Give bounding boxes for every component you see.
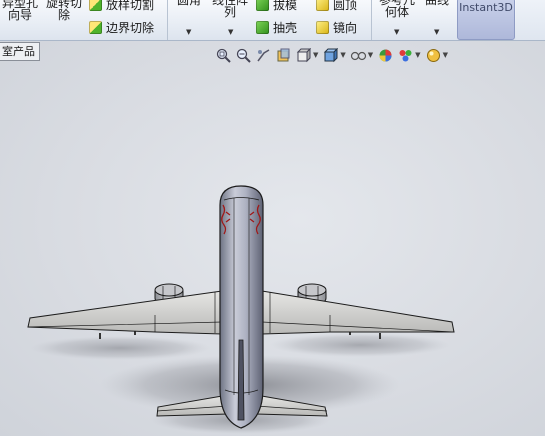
right-wing	[261, 290, 455, 335]
dome-icon	[316, 0, 329, 11]
ribbon-separator	[167, 0, 168, 40]
mirror-icon	[316, 21, 329, 34]
lofted-cut-button[interactable]: 放样切割	[89, 0, 154, 11]
boundary-cut-icon	[89, 21, 102, 34]
mirror-label: 镜向	[333, 20, 358, 35]
fillet-button[interactable]: 圆角	[172, 0, 206, 6]
draft-icon	[256, 0, 269, 11]
fillet-dropdown-arrow[interactable]: ▼	[186, 28, 191, 36]
draft-label: 拔模	[273, 0, 298, 12]
linear-pattern-dropdown-arrow[interactable]: ▼	[228, 28, 233, 36]
boundary-cut-label: 边界切除	[106, 20, 155, 35]
instant3d-button[interactable]: Instant3D	[457, 0, 515, 40]
draft-button[interactable]: 拔模	[256, 0, 297, 11]
linear-pattern-label: 线性阵 列	[211, 0, 248, 19]
revolved-cut-button[interactable]: 旋转切 除	[44, 0, 84, 21]
airplane-model[interactable]	[0, 41, 545, 436]
instant3d-label: Instant3D	[459, 1, 513, 14]
reference-geometry-dropdown-arrow[interactable]: ▼	[394, 28, 399, 36]
reference-geometry-label: 参考几 何体	[378, 0, 415, 19]
hole-wizard-button[interactable]: 异型孔 向导	[0, 0, 40, 21]
shell-icon	[256, 21, 269, 34]
curves-button[interactable]: 曲线	[422, 0, 452, 6]
curves-label: 曲线	[424, 0, 449, 7]
revolved-cut-label: 旋转切 除	[45, 0, 82, 22]
shell-button[interactable]: 抽壳	[256, 21, 297, 34]
command-manager-ribbon: 异型孔 向导 旋转切 除 放样切割 边界切除 圆角 ▼ 线性阵 列 ▼ 拔模 抽…	[0, 0, 545, 41]
mirror-button[interactable]: 镜向	[316, 21, 357, 34]
curves-dropdown-arrow[interactable]: ▼	[434, 28, 439, 36]
ribbon-separator	[371, 0, 372, 40]
fillet-label: 圆角	[176, 0, 201, 7]
reference-geometry-button[interactable]: 参考几 何体	[376, 0, 418, 18]
dome-button[interactable]: 圆顶	[316, 0, 357, 11]
left-wing	[27, 290, 223, 335]
shell-label: 抽壳	[273, 20, 298, 35]
boundary-cut-button[interactable]: 边界切除	[89, 21, 154, 34]
dome-label: 圆顶	[333, 0, 358, 12]
hole-wizard-label: 异型孔 向导	[1, 0, 38, 22]
lofted-cut-icon	[89, 0, 102, 11]
ribbon-filler	[516, 0, 545, 40]
linear-pattern-button[interactable]: 线性阵 列	[210, 0, 250, 18]
lofted-cut-label: 放样切割	[106, 0, 155, 12]
